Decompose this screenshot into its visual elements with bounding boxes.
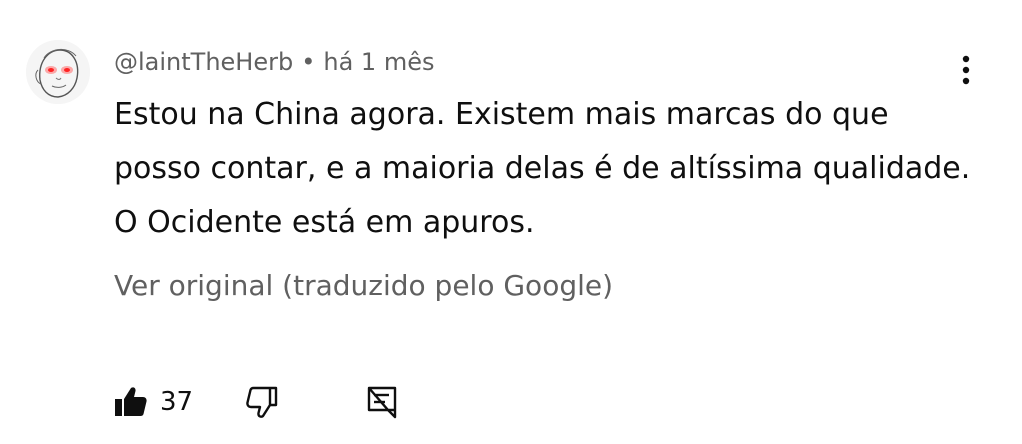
thumbs-down-icon — [246, 386, 278, 418]
reply-comment-icon — [367, 386, 397, 419]
reply-button[interactable] — [364, 378, 400, 426]
comment-line: posso contar, e a maioria delas é de alt… — [114, 151, 971, 186]
dislike-button[interactable] — [244, 378, 280, 426]
comment-line: O Ocidente está em apuros. — [114, 205, 535, 240]
comment-thread: @laintTheHerb • há 1 mês Estou na China ag… — [0, 0, 1022, 444]
author-handle[interactable]: @laintTheHerb — [114, 48, 293, 76]
more-vertical-icon — [962, 55, 970, 85]
comment-body: Estou na China agora. Existem mais marca… — [114, 88, 971, 250]
see-original-link[interactable]: Ver original (traduzido pelo Google) — [114, 266, 613, 306]
comment-line: Estou na China agora. Existem mais marca… — [114, 97, 889, 132]
like-count: 37 — [160, 387, 194, 417]
like-button[interactable]: 37 — [112, 378, 193, 426]
comment-timestamp: há 1 mês — [323, 48, 435, 76]
more-actions-button[interactable] — [944, 48, 988, 92]
comment-meta: @laintTheHerb • há 1 mês — [114, 46, 434, 78]
meta-separator: • — [301, 48, 316, 76]
thumbs-up-icon — [115, 387, 147, 416]
avatar[interactable] — [26, 40, 90, 104]
avatar-face-icon — [26, 40, 90, 104]
